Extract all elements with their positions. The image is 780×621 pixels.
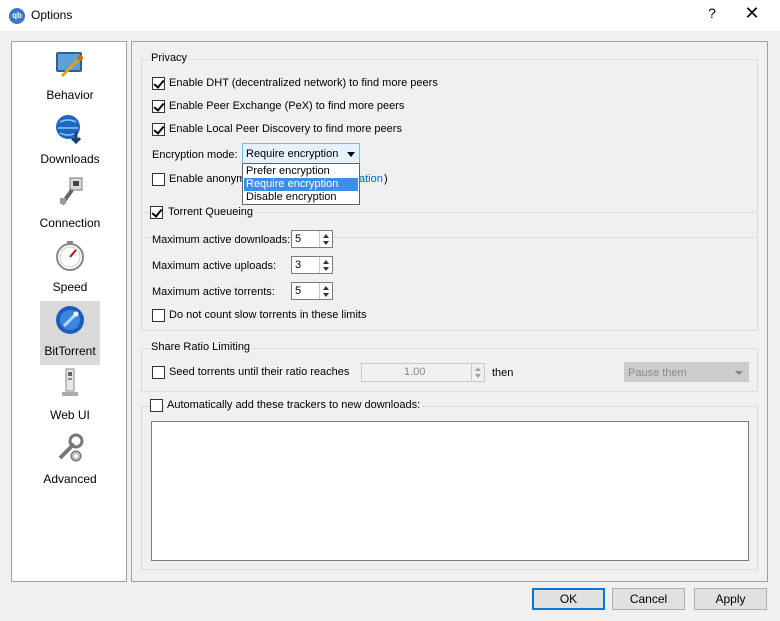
sidebar-item-advanced[interactable]: Advanced xyxy=(40,429,100,493)
slow-torrents-label: Do not count slow torrents in these limi… xyxy=(169,309,367,321)
options-sidebar: Behavior Downloads Connection Speed BitT… xyxy=(11,41,127,582)
speed-gauge-icon xyxy=(56,241,84,271)
max-downloads-spinbox[interactable]: 5 xyxy=(291,230,333,248)
dht-label: Enable DHT (decentralized network) to fi… xyxy=(169,77,438,89)
spin-up-icon[interactable] xyxy=(323,260,329,264)
spin-buttons[interactable] xyxy=(471,364,484,380)
anonymous-mode-paren: ) xyxy=(384,173,388,185)
lpd-checkbox[interactable] xyxy=(152,123,165,136)
spin-buttons[interactable] xyxy=(319,231,332,247)
sidebar-item-label: BitTorrent xyxy=(44,344,96,358)
sidebar-item-label: Connection xyxy=(39,216,101,230)
ratio-action-value: Pause them xyxy=(628,367,687,379)
spin-buttons[interactable] xyxy=(319,283,332,299)
encryption-mode-select[interactable]: Require encryption xyxy=(242,143,360,164)
cancel-button[interactable]: Cancel xyxy=(612,588,685,610)
close-button[interactable]: ✕ xyxy=(742,3,762,24)
advanced-tools-icon xyxy=(58,433,84,462)
behavior-icon xyxy=(56,52,83,78)
spin-up-icon[interactable] xyxy=(475,367,481,371)
anonymous-mode-info-link[interactable]: ation xyxy=(359,173,383,185)
dropdown-option-disable[interactable]: Disable encryption xyxy=(244,191,358,204)
ok-button[interactable]: OK xyxy=(532,588,605,610)
sidebar-item-bittorrent[interactable]: BitTorrent xyxy=(40,301,100,365)
max-uploads-spinbox[interactable]: 3 xyxy=(291,256,333,274)
slow-torrents-checkbox[interactable] xyxy=(152,309,165,322)
seed-ratio-checkbox[interactable] xyxy=(152,366,165,379)
apply-button[interactable]: Apply xyxy=(694,588,767,610)
ratio-value: 1.00 xyxy=(404,366,426,378)
share-ratio-title: Share Ratio Limiting xyxy=(149,341,253,353)
spin-down-icon[interactable] xyxy=(323,293,329,297)
max-torrents-value: 5 xyxy=(295,285,302,297)
sidebar-item-downloads[interactable]: Downloads xyxy=(40,109,100,173)
lpd-label: Enable Local Peer Discovery to find more… xyxy=(169,123,402,135)
spin-up-icon[interactable] xyxy=(323,234,329,238)
bittorrent-icon xyxy=(56,306,84,334)
sidebar-item-label: Web UI xyxy=(50,408,90,422)
bittorrent-settings-panel: Privacy Enable DHT (decentralized networ… xyxy=(131,41,768,582)
downloads-globe-icon xyxy=(56,115,82,144)
privacy-group-title: Privacy xyxy=(149,52,190,64)
spin-buttons[interactable] xyxy=(319,257,332,273)
pex-checkbox[interactable] xyxy=(152,100,165,113)
sidebar-item-connection[interactable]: Connection xyxy=(40,173,100,237)
ratio-spinbox[interactable]: 1.00 xyxy=(361,363,485,382)
max-torrents-spinbox[interactable]: 5 xyxy=(291,282,333,300)
encryption-mode-label: Encryption mode: xyxy=(152,149,238,161)
pex-label: Enable Peer Exchange (PeX) to find more … xyxy=(169,100,405,112)
sidebar-item-label: Speed xyxy=(52,280,88,294)
max-uploads-label: Maximum active uploads: xyxy=(152,260,277,272)
spin-down-icon[interactable] xyxy=(323,267,329,271)
ratio-action-select[interactable]: Pause them xyxy=(624,362,749,382)
sidebar-item-label: Downloads xyxy=(40,152,100,166)
spin-down-icon[interactable] xyxy=(323,241,329,245)
add-trackers-label: Automatically add these trackers to new … xyxy=(165,399,423,411)
anonymous-mode-label: Enable anonym xyxy=(169,173,246,185)
dropdown-option-prefer[interactable]: Prefer encryption xyxy=(244,165,358,178)
max-downloads-value: 5 xyxy=(295,233,302,245)
sidebar-item-speed[interactable]: Speed xyxy=(40,237,100,301)
sidebar-item-label: Advanced xyxy=(43,472,97,486)
encryption-mode-value: Require encryption xyxy=(246,148,339,160)
window-title: Options xyxy=(31,8,73,22)
dropdown-option-require[interactable]: Require encryption xyxy=(244,178,358,191)
spin-up-icon[interactable] xyxy=(323,286,329,290)
chevron-down-icon xyxy=(347,152,355,157)
sidebar-item-behavior[interactable]: Behavior xyxy=(40,45,100,109)
help-button[interactable]: ? xyxy=(704,5,720,21)
seed-ratio-label: Seed torrents until their ratio reaches xyxy=(169,366,350,378)
sidebar-item-web-ui[interactable]: Web UI xyxy=(40,365,100,429)
max-uploads-value: 3 xyxy=(295,259,302,271)
anonymous-mode-checkbox[interactable] xyxy=(152,173,165,186)
dht-checkbox[interactable] xyxy=(152,77,165,90)
spin-down-icon[interactable] xyxy=(475,374,481,378)
trackers-textarea[interactable] xyxy=(151,421,749,561)
add-trackers-checkbox[interactable] xyxy=(150,399,163,412)
encryption-mode-dropdown: Prefer encryption Require encryption Dis… xyxy=(242,163,360,205)
web-ui-icon xyxy=(62,368,78,396)
qbittorrent-app-icon: qb xyxy=(9,8,25,24)
then-label: then xyxy=(492,367,514,379)
title-bar: qb Options ? ✕ xyxy=(0,0,780,31)
connection-plug-icon xyxy=(60,177,83,206)
max-downloads-label: Maximum active downloads: xyxy=(152,234,291,246)
max-torrents-label: Maximum active torrents: xyxy=(152,286,275,298)
torrent-queueing-checkbox[interactable] xyxy=(150,206,163,219)
sidebar-item-label: Behavior xyxy=(46,88,94,102)
chevron-down-icon xyxy=(735,371,743,375)
torrent-queueing-title: Torrent Queueing xyxy=(166,206,255,218)
